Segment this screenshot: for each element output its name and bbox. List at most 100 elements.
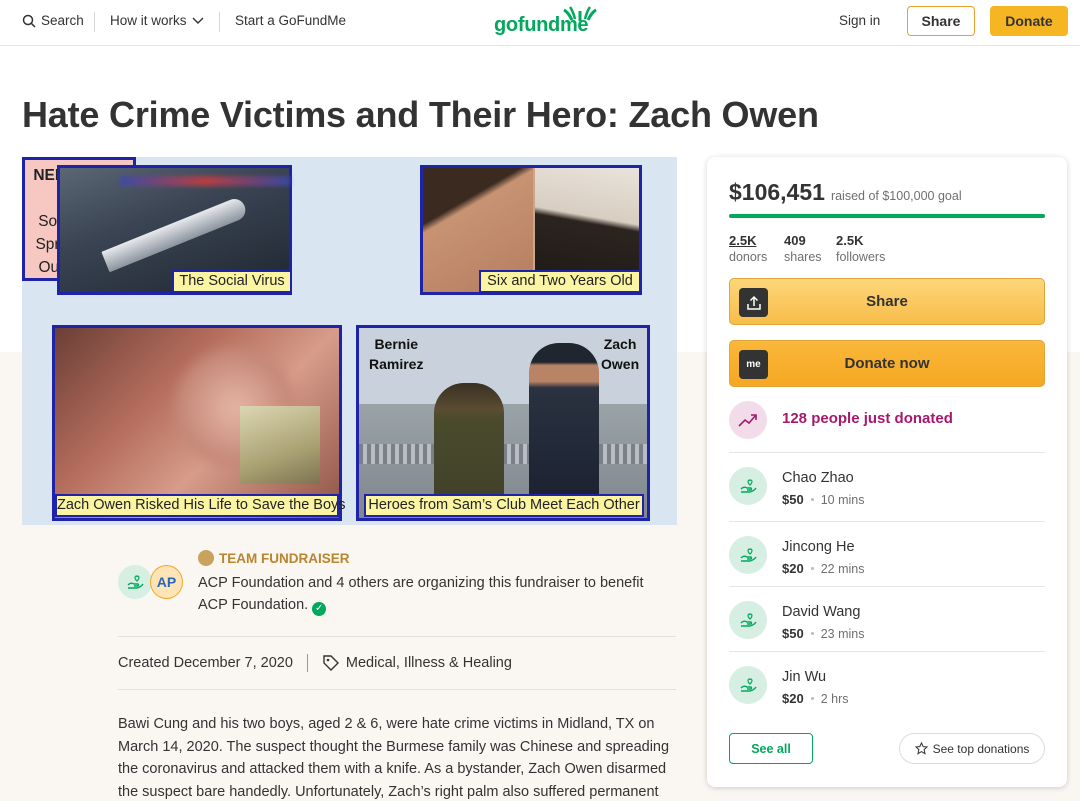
- zach-figure: [529, 343, 599, 503]
- chevron-down-icon: [192, 17, 204, 24]
- start-gofundme-link[interactable]: Start a GoFundMe: [235, 13, 346, 28]
- meta-divider: [306, 654, 308, 672]
- inset-photo: [240, 406, 320, 484]
- category-link[interactable]: Medical, Illness & Healing: [322, 654, 512, 672]
- campaign-meta: Created December 7, 2020 Medical, Illnes…: [118, 654, 512, 672]
- injured-hand-photo: Zach Owen Risked His Life to Save the Bo…: [52, 325, 346, 521]
- trend-up-icon: [729, 401, 767, 439]
- team-fundraiser-text: TEAM FUNDRAISER: [219, 550, 350, 566]
- stat-label: shares: [784, 250, 822, 264]
- progress-fill: [729, 214, 1045, 218]
- donation-sidebar: $106,451 raised of $100,000 goal 2.5K do…: [707, 157, 1067, 787]
- organizer-avatar[interactable]: [118, 565, 152, 599]
- caption-heroes: Heroes from Sam’s Club Meet Each Other: [364, 494, 644, 517]
- share-cta-label: Share: [866, 293, 908, 310]
- donation-row: Chao Zhao $50 10 mins: [729, 452, 1045, 517]
- divider: [118, 689, 676, 690]
- stat-followers: 2.5K followers: [836, 233, 885, 265]
- recent-donations-text[interactable]: 128 people just donated: [782, 410, 953, 427]
- donation-row: Jin Wu $20 2 hrs: [729, 651, 1045, 716]
- sams-club-photo: Bernie Ramirez Zach Owen Heroes from Sam…: [356, 325, 650, 521]
- separator-dot: [810, 498, 814, 501]
- heart-hand-icon: [729, 536, 767, 574]
- how-it-works-label: How it works: [110, 13, 187, 28]
- stat-value: 2.5K: [729, 233, 757, 248]
- name-left-2: Ramirez: [369, 356, 424, 372]
- category-label: Medical, Illness & Healing: [345, 655, 512, 671]
- nav-divider: [219, 12, 220, 32]
- acp-foundation-avatar[interactable]: AP: [150, 565, 183, 599]
- name-bernie-ramirez: Bernie Ramirez: [369, 334, 423, 374]
- stat-label: donors: [729, 250, 768, 264]
- search-link[interactable]: Search: [22, 13, 84, 28]
- name-left-1: Bernie: [374, 336, 419, 352]
- donation-time: 23 mins: [820, 626, 865, 641]
- how-it-works-menu[interactable]: How it works: [110, 13, 204, 28]
- donation-meta: $20 2 hrs: [782, 691, 849, 706]
- knife-blade: [101, 195, 249, 273]
- donation-time: 22 mins: [820, 561, 865, 576]
- stat-donors[interactable]: 2.5K donors: [729, 233, 767, 265]
- stat-value: 409: [784, 233, 806, 248]
- nav-divider: [94, 12, 95, 32]
- progress-bar: [729, 214, 1045, 218]
- share-upload-icon: [739, 288, 768, 317]
- separator-dot: [810, 567, 814, 570]
- star-icon: [914, 742, 928, 755]
- story-text: Bawi Cung and his two boys, aged 2 & 6, …: [118, 716, 670, 800]
- donate-button-top[interactable]: Donate: [990, 6, 1068, 36]
- knife-photo: The Social Virus: [57, 165, 292, 295]
- see-top-donations-button[interactable]: See top donations: [899, 733, 1045, 764]
- donation-amount: $20: [782, 691, 804, 706]
- police-lights: [120, 176, 290, 186]
- search-icon: [22, 14, 36, 28]
- page-title: Hate Crime Victims and Their Hero: Zach …: [22, 94, 819, 135]
- donation-meta: $20 22 mins: [782, 561, 864, 576]
- name-zach-owen: Zach Owen: [601, 334, 639, 374]
- heart-hand-icon: [729, 666, 767, 704]
- donate-now-button[interactable]: me Donate now: [729, 340, 1045, 387]
- stat-label: followers: [836, 250, 886, 264]
- share-button-top[interactable]: Share: [907, 6, 975, 36]
- top-nav: Search How it works Start a GoFundMe gof…: [0, 0, 1080, 46]
- sign-in-link[interactable]: Sign in: [839, 13, 880, 28]
- officer-figure: [434, 383, 504, 503]
- caption-six-two: Six and Two Years Old: [479, 270, 641, 293]
- team-fundraiser-label: TEAM FUNDRAISER: [198, 550, 350, 566]
- divider: [118, 636, 676, 637]
- stat-value: 2.5K: [836, 233, 864, 248]
- team-badge-icon: [198, 550, 214, 566]
- kids-photo: Six and Two Years Old: [420, 165, 642, 295]
- name-right-2: Owen: [601, 356, 640, 372]
- gofundme-me-icon: me: [739, 350, 768, 379]
- donation-amount: $50: [782, 492, 804, 507]
- raised-goal: raised of $100,000 goal: [830, 189, 962, 203]
- heart-hand-icon: [127, 575, 144, 589]
- see-top-label: See top donations: [932, 741, 1030, 756]
- stat-shares: 409 shares: [784, 233, 822, 265]
- see-all-button[interactable]: See all: [729, 733, 813, 764]
- raised-summary: $106,451 raised of $100,000 goal: [729, 179, 962, 206]
- caption-social-virus: The Social Virus: [172, 270, 292, 293]
- donate-cta-label: Donate now: [844, 355, 930, 372]
- organizer-description: ACP Foundation and 4 others are organizi…: [198, 572, 668, 616]
- separator-dot: [810, 697, 814, 700]
- donation-time: 10 mins: [820, 492, 865, 507]
- donation-amount: $50: [782, 626, 804, 641]
- donation-amount: $20: [782, 561, 804, 576]
- search-label: Search: [41, 13, 84, 28]
- donation-meta: $50 23 mins: [782, 626, 864, 641]
- organizer-text: ACP Foundation and 4 others are organizi…: [198, 575, 644, 613]
- logo-sprout-icon: [563, 6, 597, 21]
- campaign-hero-image[interactable]: The Social Virus NEED CURE for the Socia…: [22, 157, 677, 525]
- verified-check-icon: ✓: [312, 602, 327, 616]
- acp-logo-text: AP: [156, 574, 177, 590]
- caption-risked-life: Zach Owen Risked His Life to Save the Bo…: [55, 494, 346, 517]
- donor-name: Chao Zhao: [782, 470, 854, 486]
- tag-icon: [323, 655, 339, 671]
- share-cta-button[interactable]: Share: [729, 278, 1045, 325]
- name-right-1: Zach: [603, 336, 637, 352]
- raised-amount: $106,451: [729, 179, 825, 205]
- donor-name: Jin Wu: [782, 669, 827, 685]
- heart-hand-icon: [729, 601, 767, 639]
